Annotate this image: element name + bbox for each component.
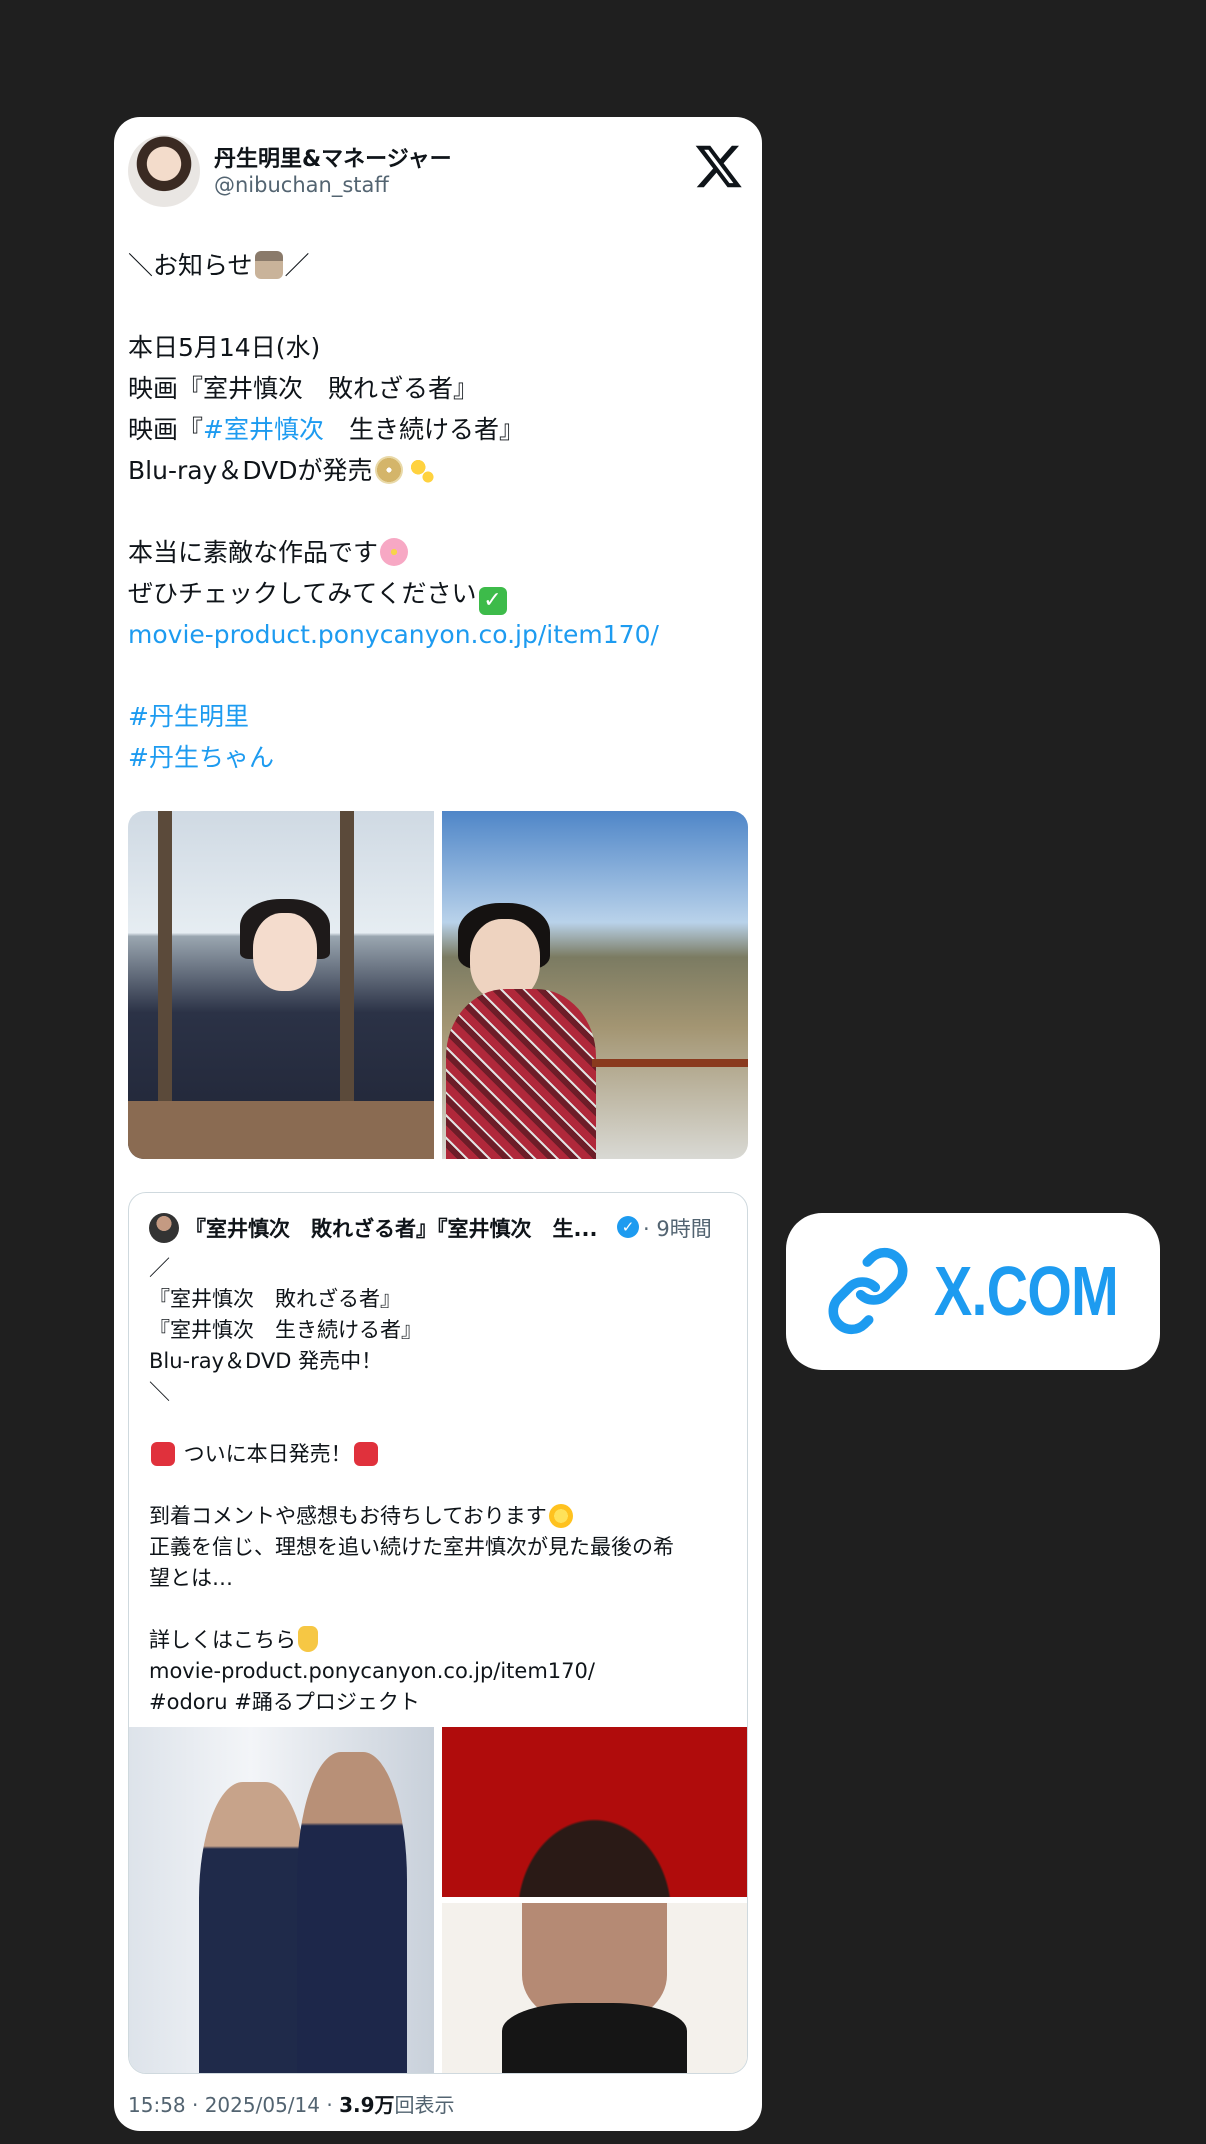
hashtag-link[interactable]: #丹生明里 [128,696,748,737]
author-avatar[interactable] [128,135,200,207]
quoted-media-grid [129,1727,747,2073]
post-text-line [128,655,748,696]
quoted-author-name[interactable]: 『室井慎次 敗れざる者』『室井慎次 生... [185,1213,597,1243]
author-handle[interactable]: @nibuchan_staff [214,173,389,197]
post-text-line [128,491,748,532]
sparkles-emoji-icon [406,456,435,484]
quoted-text-line: ＼ [149,1380,170,1404]
quoted-text-line [149,1408,739,1439]
quoted-text-line: movie-product.ponycanyon.co.jp/item170/ [149,1659,595,1683]
siren-emoji-icon [151,1442,175,1466]
siren-emoji-icon [353,1442,378,1466]
post-text-line: ＼お知らせ [128,251,253,280]
post-timestamp[interactable]: 15:58 · 2025/05/14 · [128,2093,339,2117]
hashtag-link[interactable]: #丹生ちゃん [128,737,748,778]
quoted-text-line: 『室井慎次 敗れざる者』 [149,1287,401,1311]
post-card[interactable]: 丹生明里&マネージャー @nibuchan_staff ＼お知らせ ／ 本日5月1… [114,117,762,2131]
quoted-text-line: #odoru #踊るプロジェクト [149,1690,420,1714]
post-footer: 15:58 · 2025/05/14 · 3.9万回表示 [128,2089,455,2118]
post-text-line: ／ [284,251,310,280]
post-text-line: 生き続ける者』 [323,415,524,444]
poster-red[interactable] [442,1727,747,1897]
post-text-line: Blu-ray＆DVDが発売 [128,456,373,485]
photo-outdoor[interactable] [442,811,748,1159]
post-text-line: 本当に素敵な作品です [128,538,379,567]
railing-shape [592,1059,748,1067]
post-text: ＼お知らせ ／ 本日5月14日(水) 映画『室井慎次 敗れざる者』 映画『#室井慎… [128,245,748,778]
quoted-post-text: ／ 『室井慎次 敗れざる者』 『室井慎次 生き続ける者』 Blu-ray＆DVD… [149,1253,739,1718]
post-text-line: 本日5月14日(水) [128,333,321,362]
window-frame [158,811,172,1101]
poster-portrait[interactable] [442,1903,747,2073]
link-sticker[interactable]: X.COM [786,1213,1160,1370]
officer-shape [297,1752,407,2073]
quoted-author-avatar[interactable] [149,1213,179,1243]
author-name[interactable]: 丹生明里&マネージャー [214,141,452,173]
views-count: 3.9万 [339,2093,395,2117]
quoted-text-line: 正義を信じ、理想を追い続けた室井慎次が見た最後の希 [149,1535,674,1559]
quoted-text-line [149,1470,739,1501]
quoted-text-line: 到着コメントや感想もお待ちしております [149,1504,547,1528]
window-frame [340,811,354,1101]
suit-shape [502,2003,687,2073]
post-text-line [128,286,748,327]
quoted-text-line: 詳しくはこちら [149,1628,296,1652]
desk-shape [128,1101,434,1159]
quoted-post[interactable]: 『室井慎次 敗れざる者』『室井慎次 生... ✓ · 9時間 ／ 『室井慎次 敗… [128,1192,748,2074]
photo-two-officers[interactable] [129,1727,434,2073]
glowing-star-emoji-icon [548,1504,573,1528]
quoted-text-line [149,1594,739,1625]
officer-shape [199,1782,309,2073]
quoted-post-time: · 9時間 [643,1217,712,1241]
face-shape [253,913,317,991]
pointing-down-emoji-icon [298,1626,318,1652]
cherry-blossom-emoji-icon [380,538,409,566]
verified-badge-icon: ✓ [617,1216,639,1238]
dvd-emoji-icon [374,456,403,484]
external-link[interactable]: movie-product.ponycanyon.co.jp/item170/ [128,614,748,655]
quoted-text-line: Blu-ray＆DVD 発売中！ [149,1349,383,1373]
post-text-line: 映画『 [128,415,204,444]
quoted-post-header: 『室井慎次 敗れざる者』『室井慎次 生... ✓ · 9時間 [149,1211,739,1245]
link-icon [828,1247,908,1335]
post-text-line: ぜひチェックしてみてください [128,579,477,608]
quoted-text-line: 『室井慎次 生き続ける者』 [149,1318,422,1342]
quoted-text-line: ついに本日発売！ [177,1442,352,1466]
quoted-text-line: 望とは… [149,1566,233,1590]
post-media-grid [128,811,748,1159]
hashtag-link[interactable]: #室井慎次 [203,415,324,444]
scarf-shape [446,989,596,1159]
photo-classroom[interactable] [128,811,434,1159]
clapperboard-emoji-icon [254,251,283,279]
quoted-text-line: ／ [149,1256,170,1280]
check-mark-emoji-icon: ✓ [478,587,507,615]
post-header: 丹生明里&マネージャー @nibuchan_staff [128,135,748,207]
post-text-line: 映画『室井慎次 敗れざる者』 [128,374,479,403]
link-sticker-label: X.COM [934,1252,1119,1330]
views-label: 回表示 [394,2093,455,2117]
x-logo-icon[interactable] [694,141,744,191]
